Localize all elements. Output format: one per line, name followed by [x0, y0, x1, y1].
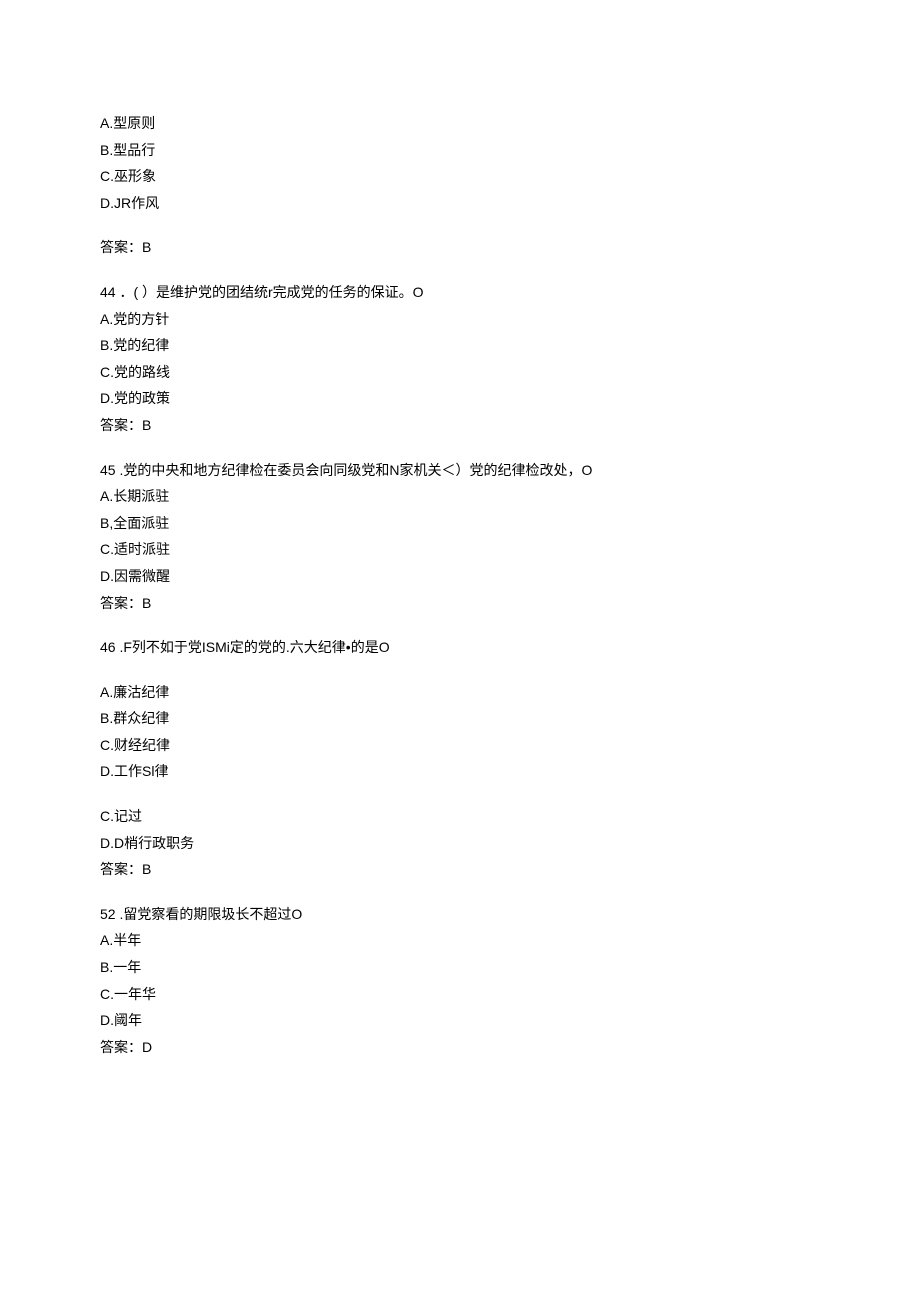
q46-option-b: B.群众纪律	[100, 705, 920, 732]
q46-option-a: A.廉沽纪律	[100, 679, 920, 706]
q45-answer: 答案：B	[100, 590, 920, 617]
q46-option-c: C.财经纪律	[100, 732, 920, 759]
spacer	[100, 216, 920, 234]
q43-option-b: B.型品行	[100, 137, 920, 164]
q52-option-b: B.一年	[100, 954, 920, 981]
document-page: A.型原则B.型品行C.巫形象D.JR作风答案：B 44 ．( ）是维护党的团结统…	[0, 0, 920, 1301]
q45-question: 45 .党的中央和地方纪律检在委员会向同级党和N家机关＜）党的纪律检改处，O	[100, 457, 920, 484]
q43-option-a: A.型原则	[100, 110, 920, 137]
q51-answer: 答案：B	[100, 856, 920, 883]
q45-option-c: C.适时派驻	[100, 536, 920, 563]
spacer	[100, 616, 920, 634]
q46-option-d: D.工作Sl律	[100, 758, 920, 785]
q52-option-a: A.半年	[100, 927, 920, 954]
q51-option-c: C.记过	[100, 803, 920, 830]
q44-option-d: D.党的政策	[100, 385, 920, 412]
q43-answer: 答案：B	[100, 234, 920, 261]
q43-option-d: D.JR作风	[100, 190, 920, 217]
q45-option-d: D.因需微醒	[100, 563, 920, 590]
spacer	[100, 261, 920, 279]
spacer	[100, 439, 920, 457]
q44-question: 44 ．( ）是维护党的团结统r完成党的任务的保证。O	[100, 279, 920, 306]
q52-option-c: C.一年华	[100, 981, 920, 1008]
q52-option-d: D.阈年	[100, 1007, 920, 1034]
spacer	[100, 883, 920, 901]
q44-answer: 答案：B	[100, 412, 920, 439]
q44-option-a: A.党的方针	[100, 306, 920, 333]
q52-answer: 答案：D	[100, 1034, 920, 1061]
spacer	[100, 661, 920, 679]
q51-option-d: D.D梢行政职务	[100, 830, 920, 857]
q52-question: 52 .留党察看的期限圾长不超过O	[100, 901, 920, 928]
q44-option-b: B.党的纪律	[100, 332, 920, 359]
q44-option-c: C.党的路线	[100, 359, 920, 386]
q43-option-c: C.巫形象	[100, 163, 920, 190]
q45-option-b: B,全面派驻	[100, 510, 920, 537]
q46-question: 46 .F列不如于党ISMi定的党的.六大纪律•的是O	[100, 634, 920, 661]
spacer	[100, 785, 920, 803]
content-body: A.型原则B.型品行C.巫形象D.JR作风答案：B 44 ．( ）是维护党的团结统…	[100, 110, 920, 1060]
q45-option-a: A.长期派驻	[100, 483, 920, 510]
